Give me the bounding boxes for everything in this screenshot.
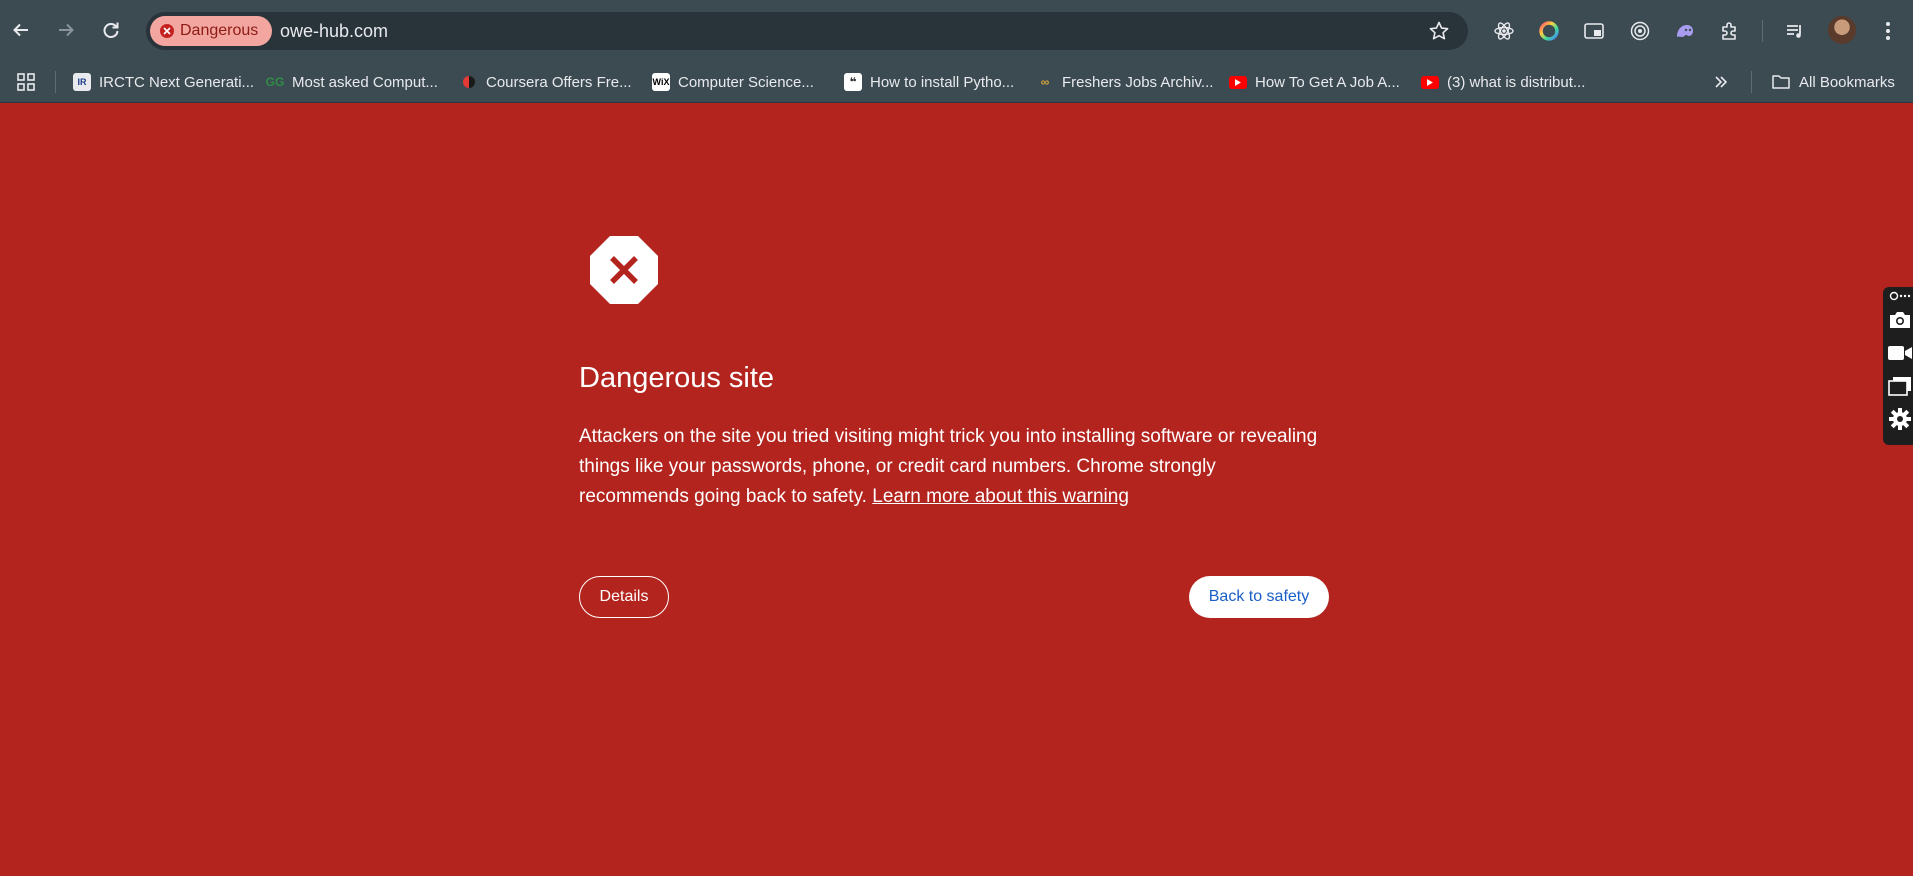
media-queue-icon[interactable] <box>1779 15 1811 47</box>
youtube-favicon <box>1421 75 1439 89</box>
back-nav-button[interactable] <box>2 11 40 49</box>
reload-icon <box>103 22 119 38</box>
apps-button[interactable] <box>16 70 36 94</box>
youtube-favicon <box>1229 75 1247 89</box>
back-to-safety-button[interactable]: Back to safety <box>1189 576 1329 618</box>
screen-capture-side-panel <box>1883 287 1913 445</box>
bookmark-label: (3) what is distribut... <box>1447 73 1586 91</box>
bookmark-item[interactable]: How To Get A Job A... <box>1229 70 1400 94</box>
bookmark-label: How to install Pytho... <box>870 73 1015 91</box>
bookmark-label: Freshers Jobs Archiv... <box>1062 73 1214 91</box>
browser-toolbar: Dangerous owe-hub.com <box>0 0 1913 62</box>
bookmark-item[interactable]: (3) what is distribut... <box>1421 70 1585 94</box>
coursera-favicon <box>460 73 478 91</box>
bookmark-item[interactable]: ❝ How to install Pytho... <box>844 70 1014 94</box>
page-title: Dangerous site <box>579 362 775 394</box>
url-text[interactable]: owe-hub.com <box>280 21 388 42</box>
stop-sign-icon <box>590 236 658 304</box>
video-icon[interactable] <box>1886 340 1913 366</box>
more-bookmarks-button[interactable] <box>1713 70 1729 94</box>
profile-avatar[interactable] <box>1828 16 1856 44</box>
learn-more-link[interactable]: Learn more about this warning <box>872 486 1129 507</box>
forward-nav-button[interactable] <box>47 11 85 49</box>
quote-favicon: ❝ <box>844 73 862 91</box>
wix-favicon: WiX <box>652 73 670 91</box>
bookmarks-separator <box>1751 71 1752 93</box>
bookmark-label: Most asked Comput... <box>292 73 438 91</box>
bookmark-label: Coursera Offers Fre... <box>486 73 632 91</box>
all-bookmarks-button[interactable]: All Bookmarks <box>1771 70 1895 94</box>
bookmark-item[interactable]: GG Most asked Comput... <box>266 70 438 94</box>
settings-icon[interactable] <box>1886 406 1913 432</box>
bookmarks-separator <box>55 71 56 93</box>
folder-icon <box>1772 75 1790 89</box>
screenshot-icon[interactable] <box>1886 289 1913 303</box>
address-bar[interactable]: Dangerous owe-hub.com <box>146 12 1468 50</box>
color-picker-extension-icon[interactable] <box>1533 15 1565 47</box>
freshers-favicon: ∞ <box>1040 75 1050 89</box>
apps-grid-icon <box>17 73 35 91</box>
ghost-extension-icon[interactable] <box>1669 15 1701 47</box>
double-chevron-right-icon <box>1715 76 1728 88</box>
extensions-puzzle-icon[interactable] <box>1714 15 1746 47</box>
details-button[interactable]: Details <box>579 576 669 618</box>
danger-icon <box>160 24 174 38</box>
arrow-right-icon <box>59 23 74 37</box>
bookmark-label: IRCTC Next Generati... <box>99 73 255 91</box>
window-icon[interactable] <box>1886 373 1913 399</box>
picture-in-picture-extension-icon[interactable] <box>1578 15 1610 47</box>
dangerous-site-chip[interactable]: Dangerous <box>150 16 273 46</box>
react-devtools-extension-icon[interactable] <box>1488 15 1520 47</box>
bookmark-star-icon[interactable] <box>1428 20 1450 47</box>
bookmarks-bar: IR IRCTC Next Generati... GG Most asked … <box>0 62 1913 103</box>
geeksforgeeks-favicon: GG <box>265 75 285 89</box>
warning-description: Attackers on the site you tried visiting… <box>579 422 1329 512</box>
irctc-favicon: IR <box>73 73 91 91</box>
bookmark-item[interactable]: ∞ Freshers Jobs Archiv... <box>1036 70 1214 94</box>
camera-icon[interactable] <box>1886 307 1913 333</box>
record-extension-icon[interactable] <box>1624 15 1656 47</box>
reload-button[interactable] <box>92 11 130 49</box>
bookmark-item[interactable]: IR IRCTC Next Generati... <box>73 70 254 94</box>
bookmark-item[interactable]: WiX Computer Science... <box>652 70 814 94</box>
arrow-left-icon <box>13 23 28 37</box>
all-bookmarks-label: All Bookmarks <box>1799 73 1895 91</box>
toolbar-separator <box>1762 20 1763 42</box>
bookmark-label: How To Get A Job A... <box>1255 73 1400 91</box>
chip-label: Dangerous <box>180 22 259 39</box>
bookmark-label: Computer Science... <box>678 73 814 91</box>
menu-kebab-icon[interactable] <box>1872 15 1904 47</box>
bookmark-item[interactable]: Coursera Offers Fre... <box>460 70 632 94</box>
